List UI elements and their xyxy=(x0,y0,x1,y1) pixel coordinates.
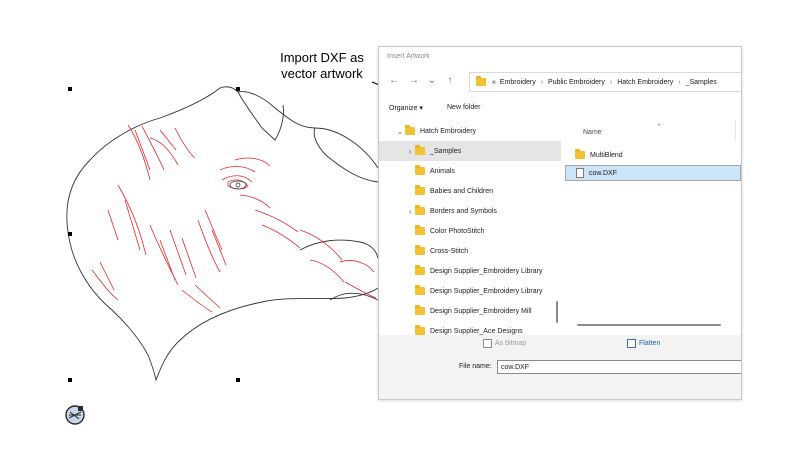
breadcrumb-overflow[interactable]: « xyxy=(490,79,498,86)
vector-artwork-tool-icon[interactable] xyxy=(64,404,86,426)
file-item-multiblend[interactable]: MultiBlend xyxy=(565,147,741,163)
dialog-title: Insert Artwork xyxy=(379,47,741,67)
folder-icon xyxy=(415,205,425,215)
callout-text: Import DXF as vector artwork xyxy=(266,50,378,82)
column-divider[interactable] xyxy=(735,121,736,141)
breadcrumb-public-embroidery[interactable]: Public Embroidery xyxy=(546,79,607,86)
file-name-input[interactable]: cow.DXF xyxy=(497,360,741,374)
folder-icon xyxy=(415,225,425,235)
file-item-label: MultiBlend xyxy=(590,151,623,159)
document-icon xyxy=(576,168,584,178)
tree-item-design-supplier-embroidery-mill[interactable]: Design Supplier_Embroidery Mill xyxy=(379,301,561,321)
folder-icon xyxy=(405,125,415,135)
cow-detail-lines xyxy=(91,124,377,313)
folder-icon xyxy=(415,325,425,335)
navigation-bar: ← → ⌄ ↑ « Embroidery › Public Embroidery… xyxy=(379,69,741,95)
tree-item-babies-and-children[interactable]: Babies and Children xyxy=(379,181,561,201)
flatten-checkbox[interactable] xyxy=(627,339,636,348)
tree-item-borders-and-symbols[interactable]: › Borders and Symbols xyxy=(379,201,561,221)
tree-item-partial[interactable]: Design Supplier_Ace Designs xyxy=(379,321,561,335)
tree-item-label: Color PhotoStitch xyxy=(430,227,485,235)
tree-item-label: Design Supplier_Ace Designs xyxy=(430,327,523,335)
selection-handle[interactable] xyxy=(236,378,240,382)
tree-item-samples[interactable]: › _Samples xyxy=(379,141,561,161)
flatten-option[interactable]: Flatten xyxy=(627,339,660,348)
tree-item-hatch-embroidery[interactable]: ⌄ Hatch Embroidery xyxy=(379,121,561,141)
file-list-scrollbar[interactable] xyxy=(577,324,721,326)
tree-item-design-supplier-embroidery-library[interactable]: Design Supplier_Embroidery Library xyxy=(379,261,561,281)
chevron-down-icon[interactable]: ⌄ xyxy=(395,127,405,136)
tree-item-label: Babies and Children xyxy=(430,187,494,195)
folder-icon xyxy=(415,145,425,155)
file-item-cow-dxf[interactable]: cow.DXF xyxy=(565,165,741,181)
up-arrow-icon[interactable]: ↑ xyxy=(443,74,457,88)
breadcrumb-separator-icon: › xyxy=(540,78,544,86)
tree-item-label: Animals xyxy=(430,167,455,175)
callout-line-2: vector artwork xyxy=(281,66,363,81)
folder-tree: ⌄ Hatch Embroidery › _Samples Animals Ba… xyxy=(379,121,561,335)
chevron-right-icon[interactable]: › xyxy=(405,207,415,216)
tree-item-label: _Samples xyxy=(430,147,462,155)
chevron-right-icon[interactable]: › xyxy=(405,147,415,156)
folder-icon xyxy=(415,165,425,175)
flatten-label: Flatten xyxy=(639,340,661,347)
tree-item-design-supplier-embroidery-library-2[interactable]: Design Supplier_Embroidery Library xyxy=(379,281,561,301)
new-folder-button[interactable]: New folder xyxy=(447,104,480,111)
tree-item-label: Design Supplier_Embroidery Mill xyxy=(430,307,532,315)
folder-icon xyxy=(415,305,425,315)
selection-handle[interactable] xyxy=(236,87,240,91)
insert-artwork-dialog: Insert Artwork ← → ⌄ ↑ « Embroidery › Pu… xyxy=(378,46,742,400)
folder-icon xyxy=(415,265,425,275)
breadcrumb-separator-icon: › xyxy=(678,78,681,86)
selection-handle[interactable] xyxy=(68,378,72,382)
cow-outline xyxy=(66,86,379,382)
back-arrow-icon[interactable]: ← xyxy=(387,74,401,88)
as-bitmap-checkbox[interactable] xyxy=(483,339,492,348)
file-name-area: File name: cow.DXF xyxy=(379,355,741,399)
organize-button[interactable]: Organize ▾ xyxy=(389,104,423,112)
column-header-name[interactable]: Name xyxy=(583,129,602,136)
folder-icon xyxy=(476,76,486,86)
breadcrumb-hatch-embroidery[interactable]: Hatch Embroidery xyxy=(615,79,675,86)
import-options: As bitmap Flatten xyxy=(379,335,741,355)
selection-handle[interactable] xyxy=(68,87,72,91)
selection-handle[interactable] xyxy=(68,232,72,236)
folder-icon xyxy=(415,185,425,195)
as-bitmap-label: As bitmap xyxy=(495,340,527,347)
file-list: ⌃ Name MultiBlend cow.DXF xyxy=(565,121,741,335)
folder-icon xyxy=(415,285,425,295)
cow-eye xyxy=(229,180,247,190)
dialog-toolbar: Organize ▾ New folder xyxy=(379,99,741,121)
callout-line-1: Import DXF as xyxy=(280,50,364,65)
as-bitmap-option[interactable]: As bitmap xyxy=(483,339,526,348)
folder-icon xyxy=(575,149,585,159)
breadcrumb-separator-icon: › xyxy=(609,78,613,86)
tree-item-label: Design Supplier_Embroidery Library xyxy=(430,287,543,295)
sort-caret-icon: ⌃ xyxy=(656,124,662,131)
file-name-label: File name: xyxy=(459,363,492,370)
forward-arrow-icon[interactable]: → xyxy=(407,74,421,88)
folder-icon xyxy=(415,245,425,255)
tree-scrollbar[interactable] xyxy=(556,301,558,323)
tree-item-label: Cross-Stitch xyxy=(430,247,469,255)
tree-item-color-photostitch[interactable]: Color PhotoStitch xyxy=(379,221,561,241)
file-item-label: cow.DXF xyxy=(589,169,618,177)
address-bar[interactable]: « Embroidery › Public Embroidery › Hatch… xyxy=(469,72,741,92)
recent-dropdown-icon[interactable]: ⌄ xyxy=(425,74,439,88)
tree-item-label: Hatch Embroidery xyxy=(420,127,477,135)
breadcrumb-embroidery[interactable]: Embroidery xyxy=(498,79,538,86)
tree-item-label: Design Supplier_Embroidery Library xyxy=(430,267,543,275)
tree-item-cross-stitch[interactable]: Cross-Stitch xyxy=(379,241,561,261)
tree-item-animals[interactable]: Animals xyxy=(379,161,561,181)
breadcrumb-samples[interactable]: _Samples xyxy=(684,79,719,86)
tree-item-label: Borders and Symbols xyxy=(430,207,497,215)
